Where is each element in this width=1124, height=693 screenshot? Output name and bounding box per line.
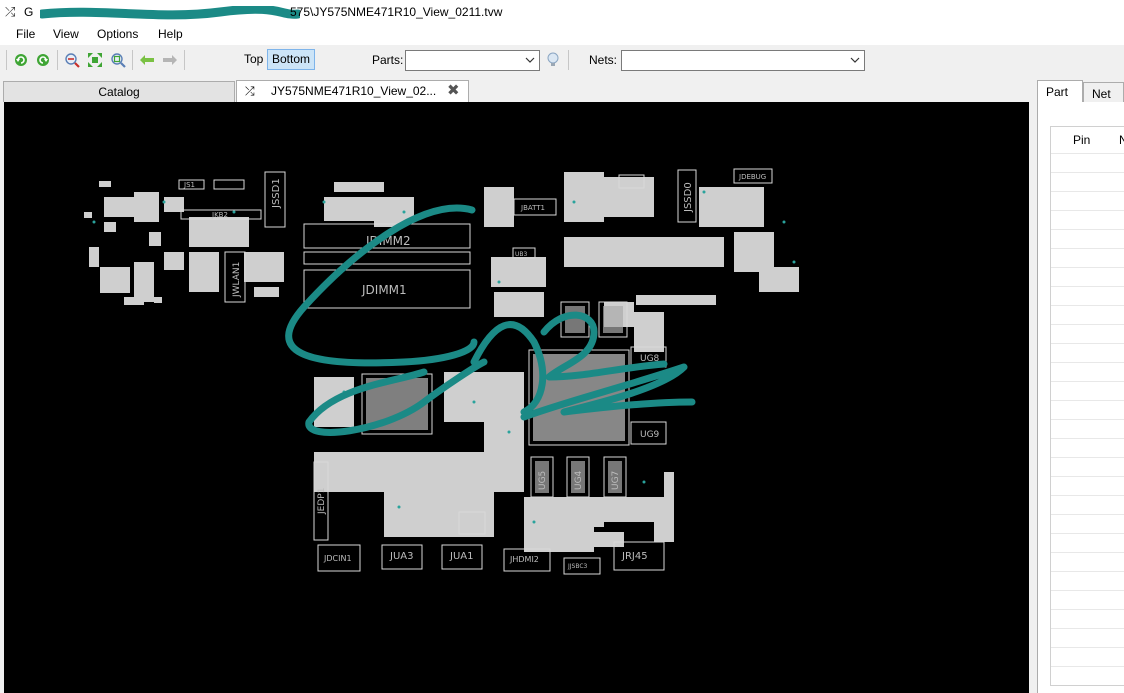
label-jedp1: JEDP1 (317, 488, 327, 515)
grid-row-divider (1051, 343, 1124, 344)
grid-row-divider (1051, 248, 1124, 249)
highlight-bulb-icon[interactable] (544, 51, 562, 69)
parts-label: Parts: (372, 53, 404, 67)
label-jdebug: JDEBUG (738, 173, 766, 181)
label-jhdmi2: JHDMI2 (509, 555, 539, 564)
grid-row-divider (1051, 286, 1124, 287)
label-jdcin1: JDCIN1 (323, 554, 352, 563)
tab-view[interactable]: ⤮ JY575NME471R10_View_02... ✖ (236, 80, 469, 102)
grid-row-divider (1051, 362, 1124, 363)
chevron-down-icon (525, 57, 535, 63)
grid-row-divider (1051, 609, 1124, 610)
window-title-path: 575\JY575NME471R10_View_0211.tvw (290, 5, 503, 19)
grid-row-divider (1051, 191, 1124, 192)
title-bar: ⤮ G 575\JY575NME471R10_View_0211.tvw (0, 0, 1124, 24)
grid-row-divider (1051, 495, 1124, 496)
label-jkb2: JKB2 (211, 211, 228, 219)
label-jrj45: JRJ45 (621, 551, 648, 562)
label-ug7: UG7 (611, 471, 621, 490)
label-jwlan1: JWLAN1 (232, 262, 242, 298)
label-jssd1: JSSD1 (271, 178, 282, 209)
pin-grid[interactable]: Pin N (1050, 126, 1124, 686)
tab-net-label: Net (1092, 87, 1111, 101)
tab-net[interactable]: Net (1083, 82, 1124, 103)
label-ug9: UG9 (640, 430, 660, 440)
fit-view-icon[interactable] (86, 51, 104, 69)
toolbar-separator (57, 50, 58, 70)
zoom-in-icon[interactable] (63, 51, 81, 69)
component-clusters (84, 172, 799, 552)
grid-row-divider (1051, 647, 1124, 648)
label-ug5: UG5 (538, 471, 548, 490)
side-bottom-toggle[interactable]: Bottom (267, 49, 316, 70)
window-title-start: G (24, 5, 34, 19)
grid-row-divider (1051, 324, 1124, 325)
grid-row-divider (1051, 400, 1124, 401)
rotate-left-icon[interactable] (12, 51, 30, 69)
shuffle-icon: ⤮ (5, 4, 16, 19)
grid-row-divider (1051, 533, 1124, 534)
rotate-right-icon[interactable] (34, 51, 52, 69)
close-icon[interactable]: ✖ (447, 80, 460, 101)
back-arrow-icon[interactable] (138, 51, 156, 69)
menu-help[interactable]: Help (156, 27, 185, 41)
chevron-down-icon (850, 57, 860, 63)
grid-row-divider (1051, 419, 1124, 420)
tab-catalog-label: Catalog (98, 85, 140, 99)
grid-row-divider (1051, 172, 1124, 173)
label-jua3: JUA3 (389, 551, 413, 562)
nets-combo[interactable] (621, 50, 865, 71)
menu-options[interactable]: Options (95, 27, 140, 41)
grid-row-divider (1051, 514, 1124, 515)
label-ub3: UB3 (515, 251, 528, 258)
grid-row-divider (1051, 666, 1124, 667)
label-jjsbc3: JJSBC3 (567, 563, 588, 570)
forward-arrow-icon[interactable] (161, 51, 179, 69)
grid-row-divider (1051, 438, 1124, 439)
grid-row-divider (1051, 457, 1124, 458)
grid-row-divider (1051, 381, 1124, 382)
grid-row-divider (1051, 476, 1124, 477)
menu-bar: File View Options Help (0, 24, 1124, 45)
grid-row-divider (1051, 210, 1124, 211)
label-jdimm1: JDIMM1 (361, 283, 407, 297)
redaction-scribble (40, 6, 300, 20)
toolbar-separator (184, 50, 185, 70)
grid-row-divider (1051, 571, 1124, 572)
menu-file[interactable]: File (14, 27, 37, 41)
label-js1: JS1 (183, 181, 195, 189)
grid-row-divider (1051, 305, 1124, 306)
tab-part[interactable]: Part (1037, 80, 1083, 103)
side-panel-tabs: Part Net (1037, 80, 1124, 103)
label-ug4: UG4 (574, 470, 584, 490)
toolbar-grip (6, 50, 7, 70)
nets-label: Nets: (589, 53, 618, 67)
tab-catalog[interactable]: Catalog (3, 81, 235, 102)
column-header-pin[interactable]: Pin (1073, 133, 1090, 147)
shuffle-icon: ⤮ (245, 84, 255, 98)
side-panel: Pin N (1037, 102, 1124, 693)
label-jua1: JUA1 (449, 551, 473, 562)
grid-row-divider (1051, 229, 1124, 230)
toolbar: Top Bottom Parts: Nets: (0, 46, 1124, 74)
grid-row-divider (1051, 153, 1124, 154)
toolbar-separator (132, 50, 133, 70)
menu-view[interactable]: View (51, 27, 81, 41)
board-canvas[interactable]: JS1 JKB2 JSSD1 JWLAN1 JDIMM2 JDIMM1 JBAT… (4, 102, 1029, 693)
toolbar-separator (568, 50, 569, 70)
grid-row-divider (1051, 552, 1124, 553)
grid-row-divider (1051, 628, 1124, 629)
grid-row-divider (1051, 267, 1124, 268)
label-jssd0: JSSD0 (683, 182, 694, 213)
tab-part-label: Part (1046, 85, 1069, 99)
zoom-area-icon[interactable] (109, 51, 127, 69)
parts-combo[interactable] (405, 50, 540, 71)
side-top-toggle[interactable]: Top (239, 49, 268, 70)
document-tabs: Catalog ⤮ JY575NME471R10_View_02... ✖ (0, 80, 1032, 102)
grid-row-divider (1051, 590, 1124, 591)
column-header-net[interactable]: N (1119, 133, 1124, 147)
label-jbatt1: JBATT1 (520, 204, 545, 212)
board-drawing[interactable]: JS1 JKB2 JSSD1 JWLAN1 JDIMM2 JDIMM1 JBAT… (4, 102, 1029, 693)
tab-view-label: JY575NME471R10_View_02... (271, 84, 437, 98)
